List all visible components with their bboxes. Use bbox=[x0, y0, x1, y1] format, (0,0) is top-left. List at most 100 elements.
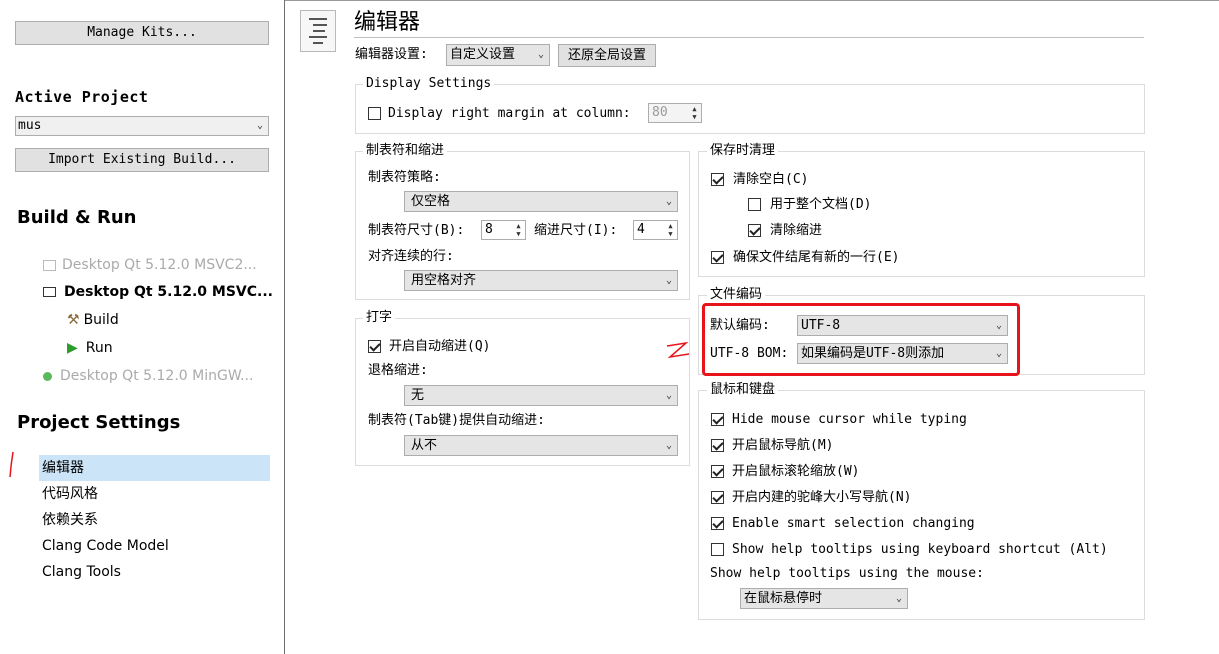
spin-arrows-icon: ▲ ▼ bbox=[692, 105, 697, 121]
build-label: Build bbox=[83, 312, 119, 328]
hammer-icon: ⚒ bbox=[67, 312, 80, 328]
tooltip-mouse-select[interactable]: 在鼠标悬停时 ⌄ bbox=[740, 588, 908, 609]
kit-disabled-icon bbox=[43, 259, 56, 271]
tab-size-spinbox[interactable]: 8 ▲ ▼ bbox=[481, 220, 526, 240]
typing-title: 打字 bbox=[363, 310, 396, 326]
tab-policy-select[interactable]: 仅空格 ⌄ bbox=[404, 191, 678, 212]
active-project-select[interactable]: mus ⌄ bbox=[15, 116, 269, 136]
tab-size-value: 8 bbox=[485, 222, 493, 237]
sidebar-item-editor[interactable]: 编辑器 bbox=[42, 459, 84, 477]
chevron-down-icon: ⌄ bbox=[256, 120, 263, 131]
mouse-nav-checkbox[interactable] bbox=[711, 439, 724, 452]
tab-auto-indent-label: 制表符(Tab键)提供自动缩进: bbox=[368, 413, 545, 428]
backspace-indent-label: 退格缩进: bbox=[368, 363, 428, 378]
editor-settings-select[interactable]: 自定义设置 ⌄ bbox=[446, 44, 550, 66]
manage-kits-button[interactable]: Manage Kits... bbox=[15, 21, 269, 45]
sidebar-item-clang-code-model[interactable]: Clang Code Model bbox=[42, 537, 169, 555]
clean-whitespace-label: 清除空白(C) bbox=[733, 172, 809, 187]
kit-msvc-active-item[interactable]: Desktop Qt 5.12.0 MSVC... bbox=[43, 283, 273, 301]
tab-size-label: 制表符尺寸(B): bbox=[368, 223, 465, 238]
splitter[interactable] bbox=[284, 0, 285, 654]
tooltip-mouse-value: 在鼠标悬停时 bbox=[744, 591, 823, 606]
sidebar-item-dependencies[interactable]: 依赖关系 bbox=[42, 511, 98, 529]
right-margin-value: 80 bbox=[652, 105, 668, 120]
whole-document-checkbox[interactable] bbox=[748, 198, 761, 211]
wheel-zoom-checkbox[interactable] bbox=[711, 465, 724, 478]
kit-msvc2017-label: Desktop Qt 5.12.0 MSVC2... bbox=[62, 257, 257, 273]
chevron-down-icon: ⌄ bbox=[665, 275, 672, 286]
camel-case-checkbox[interactable] bbox=[711, 491, 724, 504]
run-item[interactable]: ▶ Run bbox=[67, 339, 113, 357]
build-run-heading: Build & Run bbox=[17, 207, 137, 228]
right-margin-spinbox[interactable]: 80 ▲ ▼ bbox=[648, 103, 702, 123]
tab-auto-indent-select[interactable]: 从不 ⌄ bbox=[404, 435, 678, 456]
clean-whitespace-checkbox[interactable] bbox=[711, 173, 724, 186]
editor-page-icon bbox=[300, 10, 336, 52]
backspace-indent-select[interactable]: 无 ⌄ bbox=[404, 385, 678, 406]
title-divider bbox=[354, 37, 1144, 38]
right-margin-checkbox[interactable] bbox=[368, 107, 381, 120]
help-tooltips-alt-label: Show help tooltips using keyboard shortc… bbox=[732, 542, 1108, 557]
clean-indent-checkbox[interactable] bbox=[748, 224, 761, 237]
kit-mingw-label: Desktop Qt 5.12.0 MinGW... bbox=[60, 368, 254, 384]
editor-settings-value: 自定义设置 bbox=[450, 47, 516, 62]
monitor-icon bbox=[43, 287, 56, 297]
active-project-value: mus bbox=[18, 118, 42, 133]
indent-size-label: 缩进尺寸(I): bbox=[534, 223, 618, 238]
kit-msvc-active-label: Desktop Qt 5.12.0 MSVC... bbox=[64, 284, 273, 300]
top-border bbox=[285, 0, 1219, 1]
indent-size-value: 4 bbox=[637, 222, 645, 237]
align-lines-select[interactable]: 用空格对齐 ⌄ bbox=[404, 270, 678, 291]
spin-arrows-icon: ▲ ▼ bbox=[516, 222, 521, 238]
auto-indent-label: 开启自动缩进(Q) bbox=[389, 339, 491, 354]
backspace-indent-value: 无 bbox=[411, 388, 425, 403]
smart-selection-label: Enable smart selection changing bbox=[732, 516, 975, 531]
tab-policy-value: 仅空格 bbox=[411, 194, 451, 209]
auto-indent-checkbox[interactable] bbox=[368, 340, 381, 353]
editor-settings-label: 编辑器设置: bbox=[355, 47, 428, 62]
active-project-label: Active Project bbox=[15, 88, 149, 106]
smart-selection-checkbox[interactable] bbox=[711, 517, 724, 530]
kit-msvc2017-item[interactable]: Desktop Qt 5.12.0 MSVC2... bbox=[43, 256, 257, 274]
hide-cursor-checkbox[interactable] bbox=[711, 413, 724, 426]
camel-case-label: 开启内建的驼峰大小写导航(N) bbox=[732, 490, 912, 505]
chevron-down-icon: ⌄ bbox=[537, 49, 544, 60]
tab-auto-indent-value: 从不 bbox=[411, 438, 438, 453]
chevron-down-icon: ⌄ bbox=[665, 440, 672, 451]
right-margin-label: Display right margin at column: bbox=[388, 106, 631, 121]
align-lines-label: 对齐连续的行: bbox=[368, 249, 454, 264]
align-lines-value: 用空格对齐 bbox=[411, 273, 477, 288]
ensure-newline-checkbox[interactable] bbox=[711, 251, 724, 264]
highlight-box-annotation bbox=[702, 303, 1020, 376]
page-title: 编辑器 bbox=[354, 10, 421, 35]
hide-cursor-label: Hide mouse cursor while typing bbox=[732, 412, 967, 427]
sidebar-item-clang-tools[interactable]: Clang Tools bbox=[42, 563, 121, 581]
run-label: Run bbox=[85, 340, 113, 356]
chevron-down-icon: ⌄ bbox=[665, 196, 672, 207]
restore-global-button[interactable]: 还原全局设置 bbox=[558, 44, 656, 67]
file-encoding-title: 文件编码 bbox=[707, 287, 766, 303]
help-tooltips-alt-checkbox[interactable] bbox=[711, 543, 724, 556]
cleanup-title: 保存时清理 bbox=[707, 143, 779, 159]
add-kit-icon bbox=[43, 371, 52, 381]
build-item[interactable]: ⚒ Build bbox=[67, 311, 119, 329]
indent-size-spinbox[interactable]: 4 ▲ ▼ bbox=[633, 220, 678, 240]
ensure-newline-label: 确保文件结尾有新的一行(E) bbox=[733, 250, 900, 265]
mouse-keyboard-title: 鼠标和键盘 bbox=[707, 382, 779, 398]
sidebar-item-code-style[interactable]: 代码风格 bbox=[42, 485, 98, 503]
whole-document-label: 用于整个文档(D) bbox=[770, 197, 872, 212]
run-icon: ▶ bbox=[67, 340, 78, 356]
display-settings-title: Display Settings bbox=[363, 76, 495, 92]
tab-policy-label: 制表符策略: bbox=[368, 170, 441, 185]
project-settings-heading: Project Settings bbox=[17, 412, 181, 433]
mouse-nav-label: 开启鼠标导航(M) bbox=[732, 438, 834, 453]
spin-arrows-icon: ▲ ▼ bbox=[668, 222, 673, 238]
clean-indent-label: 清除缩进 bbox=[770, 223, 823, 238]
chevron-down-icon: ⌄ bbox=[665, 390, 672, 401]
chevron-down-icon: ⌄ bbox=[895, 593, 902, 604]
import-build-button[interactable]: Import Existing Build... bbox=[15, 148, 269, 172]
kit-mingw-item[interactable]: Desktop Qt 5.12.0 MinGW... bbox=[43, 367, 253, 385]
tabs-indent-title: 制表符和缩进 bbox=[363, 143, 448, 159]
tooltip-mouse-label: Show help tooltips using the mouse: bbox=[710, 566, 984, 581]
wheel-zoom-label: 开启鼠标滚轮缩放(W) bbox=[732, 464, 860, 479]
